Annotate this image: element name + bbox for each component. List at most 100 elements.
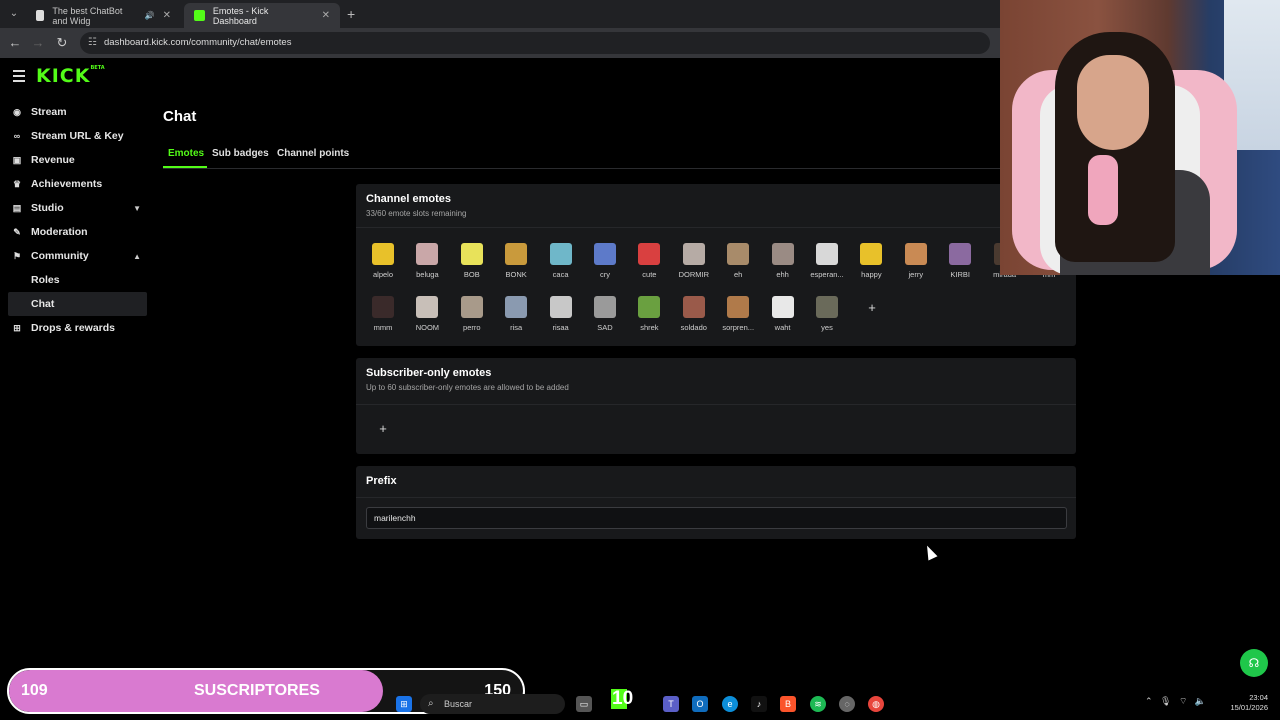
task-view-icon[interactable]: ▭ <box>576 696 592 712</box>
emote-image <box>816 243 838 265</box>
emote-item[interactable]: eh <box>718 243 758 279</box>
emote-name: NOOM <box>415 323 440 332</box>
taskbar-clock[interactable]: 23:04 15/01/2026 <box>1226 693 1268 713</box>
system-tray[interactable]: ⌃ 🎙 ⌔ 🔈 <box>1145 696 1206 707</box>
emote-image <box>549 243 572 265</box>
sidebar-item-drops-rewards[interactable]: ⊞ Drops & rewards <box>0 316 155 340</box>
emote-name: caca <box>552 270 569 279</box>
emote-item[interactable]: shrek <box>629 296 669 332</box>
audio-playing-icon[interactable]: 🔊 <box>145 11 155 20</box>
emote-item[interactable]: alpelo <box>363 243 403 279</box>
emote-image <box>860 243 883 265</box>
forward-icon[interactable]: → <box>30 35 46 51</box>
wrench-icon: ✎ <box>13 227 21 237</box>
back-icon[interactable]: ← <box>7 35 23 51</box>
subscriber-emotes-limit: Up to 60 subscriber-only emotes are allo… <box>366 383 569 392</box>
spotify-icon[interactable]: ≋ <box>810 696 826 712</box>
app-icon[interactable]: ◌ <box>839 696 855 712</box>
sidebar-item-revenue[interactable]: ▣ Revenue <box>0 148 155 172</box>
sidebar-item-roles[interactable]: Roles <box>0 268 155 292</box>
add-channel-emote-button[interactable]: + <box>861 297 883 319</box>
sidebar-item-community[interactable]: ⚑ Community ▲ <box>0 244 155 268</box>
subscriber-goal-label: SUSCRIPTORES <box>194 682 320 699</box>
emote-item[interactable]: waht <box>763 296 803 332</box>
emote-item[interactable]: caca <box>541 243 581 279</box>
emote-item[interactable]: BONK <box>496 243 536 279</box>
revenue-icon: ▣ <box>12 155 22 165</box>
emote-name: BOB <box>463 270 480 279</box>
teams-icon[interactable]: T <box>663 696 679 712</box>
support-chat-icon[interactable]: ☊ <box>1240 649 1268 677</box>
address-bar[interactable]: ☷ dashboard.kick.com/community/chat/emot… <box>80 32 990 54</box>
add-subscriber-emote-button[interactable]: + <box>372 418 394 440</box>
emote-item[interactable]: risa <box>496 296 536 332</box>
kick-logo[interactable]: KICKBETA <box>36 65 105 87</box>
sidebar-item-stream[interactable]: ◉ Stream <box>0 100 155 124</box>
emote-name: beluga <box>416 270 439 279</box>
emote-item[interactable]: perro <box>452 296 492 332</box>
emote-item[interactable]: mmm <box>363 296 403 332</box>
brave-icon[interactable]: B <box>780 696 796 712</box>
browser-tab-chatbot[interactable]: The best ChatBot and Widg 🔊 ✕ <box>26 3 181 28</box>
emote-image <box>416 243 439 265</box>
emote-item[interactable]: SAD <box>585 296 625 332</box>
emote-image <box>549 296 572 318</box>
outlook-icon[interactable]: O <box>692 696 708 712</box>
new-tab-icon[interactable]: + <box>347 6 355 22</box>
site-info-icon[interactable]: ☷ <box>88 32 97 54</box>
tiktok-icon[interactable]: ♪ <box>751 696 767 712</box>
gift-icon: ⊞ <box>13 323 21 333</box>
browser-tab-kick-dashboard[interactable]: Emotes - Kick Dashboard ✕ <box>184 3 340 28</box>
emote-item[interactable]: esperan... <box>807 243 847 279</box>
kick-count: 10 <box>612 688 634 709</box>
close-tab-icon[interactable]: ✕ <box>322 10 330 21</box>
emote-name: alpelo <box>372 270 394 279</box>
community-icon: ⚑ <box>12 251 22 261</box>
emote-item[interactable]: sorpren... <box>718 296 758 332</box>
emote-slots-remaining: 33/60 emote slots remaining <box>366 209 467 218</box>
sidebar-item-moderation[interactable]: ✎ Moderation <box>0 220 155 244</box>
emote-item[interactable]: cute <box>629 243 669 279</box>
emote-item[interactable]: cry <box>585 243 625 279</box>
emote-item[interactable]: soldado <box>674 296 714 332</box>
emote-item[interactable]: risaa <box>541 296 581 332</box>
emote-item[interactable]: happy <box>851 243 891 279</box>
taskbar-search[interactable]: ⌕ Buscar <box>420 694 565 714</box>
emote-name: BONK <box>505 270 527 279</box>
tab-channel-points[interactable]: Channel points <box>277 148 349 159</box>
sidebar-item-chat[interactable]: Chat <box>8 292 147 316</box>
emote-item[interactable]: ehh <box>763 243 803 279</box>
emote-image <box>638 243 661 265</box>
emote-item[interactable]: NOOM <box>407 296 447 332</box>
tab-sub-badges[interactable]: Sub badges <box>212 148 269 159</box>
emote-name: jerry <box>908 270 924 279</box>
chrome-icon[interactable]: ◍ <box>868 696 884 712</box>
sidebar-item-achievements[interactable]: ♛ Achievements <box>0 172 155 196</box>
close-tab-icon[interactable]: ✕ <box>163 10 171 21</box>
emote-image <box>771 243 794 265</box>
emote-image <box>771 296 794 318</box>
reload-icon[interactable]: ↻ <box>54 35 70 51</box>
divider <box>356 227 1076 228</box>
emote-item[interactable]: yes <box>807 296 847 332</box>
edge-icon[interactable]: e <box>722 696 738 712</box>
sidebar-item-studio[interactable]: ▤ Studio ▼ <box>0 196 155 220</box>
emote-image <box>505 296 528 318</box>
prefix-input[interactable]: marilenchh <box>366 507 1067 529</box>
emote-name: shrek <box>640 323 659 332</box>
sidebar-item-stream-url-key[interactable]: ∞ Stream URL & Key <box>0 124 155 148</box>
emote-image <box>505 243 528 265</box>
emote-item[interactable]: jerry <box>896 243 936 279</box>
emote-image <box>727 296 750 318</box>
divider <box>356 404 1076 405</box>
chevron-down-icon: ▼ <box>133 203 141 213</box>
emote-item[interactable]: DORMIR <box>674 243 714 279</box>
tab-search-menu-icon[interactable]: ⌄ <box>6 6 22 22</box>
tab-emotes[interactable]: Emotes <box>168 148 204 159</box>
emote-item[interactable]: KIRBI <box>940 243 980 279</box>
menu-icon[interactable] <box>13 70 25 82</box>
divider <box>356 497 1076 498</box>
windows-start-icon[interactable]: ⊞ <box>396 696 412 712</box>
emote-item[interactable]: beluga <box>407 243 447 279</box>
emote-item[interactable]: BOB <box>452 243 492 279</box>
